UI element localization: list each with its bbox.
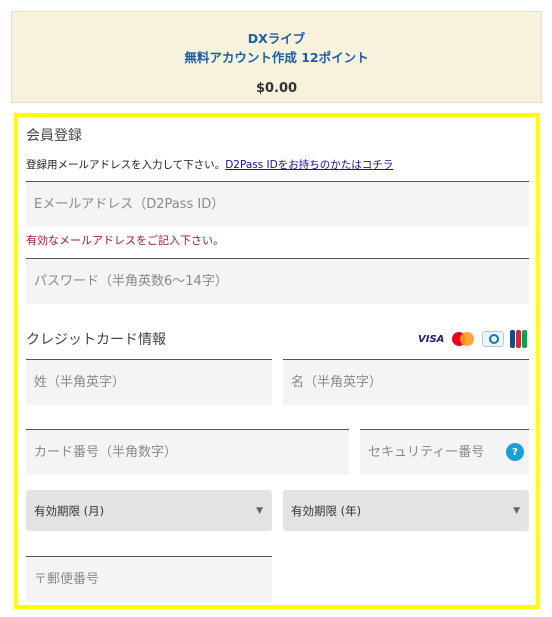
email-input[interactable] <box>34 182 529 227</box>
expiry-month-value: 有効期限 (月) <box>34 503 105 518</box>
password-field[interactable] <box>26 258 529 304</box>
expiry-month-select[interactable]: 有効期限 (月) ▼ <box>26 490 272 531</box>
security-code-help-icon[interactable]: ? <box>506 443 524 461</box>
chevron-down-icon: ▼ <box>256 505 263 516</box>
d2pass-login-link[interactable]: D2Pass IDをお持ちのかたはコチラ <box>225 159 393 171</box>
card-number-field[interactable] <box>26 429 349 475</box>
security-code-field[interactable] <box>360 429 529 475</box>
first-name-input[interactable] <box>291 360 529 405</box>
product-description: DXライブ 無料アカウント作成 12ポイント <box>12 29 541 67</box>
chevron-down-icon: ▼ <box>513 505 520 516</box>
mastercard-logo-icon <box>450 331 476 347</box>
last-name-field[interactable] <box>26 359 272 405</box>
expiry-year-value: 有効期限 (年) <box>291 503 362 518</box>
registration-title: 会員登録 <box>26 128 82 144</box>
email-error-message: 有効なメールアドレスをご記入下さい。 <box>26 234 224 247</box>
jcb-logo-icon <box>510 330 528 348</box>
diners-club-logo-icon <box>482 331 504 347</box>
product-plan: 無料アカウント作成 12ポイント <box>184 50 369 65</box>
last-name-input[interactable] <box>34 360 272 405</box>
first-name-field[interactable] <box>283 359 529 405</box>
card-brand-logos: VISA <box>418 330 528 348</box>
email-hint: 登録用メールアドレスを入力して下さい。D2Pass IDをお持ちのかたはコチラ <box>26 157 393 172</box>
product-name: DXライブ <box>247 31 306 46</box>
email-field[interactable] <box>26 181 529 227</box>
price: $0.00 <box>255 81 298 96</box>
postal-code-input[interactable] <box>34 557 272 602</box>
visa-logo-icon: VISA <box>418 333 445 345</box>
postal-code-field[interactable] <box>26 556 272 602</box>
email-hint-text: 登録用メールアドレスを入力して下さい。 <box>26 159 226 171</box>
credit-card-title: クレジットカード情報 <box>26 332 166 348</box>
card-number-input[interactable] <box>34 430 349 475</box>
password-input[interactable] <box>34 259 529 304</box>
order-summary: DXライブ 無料アカウント作成 12ポイント $0.00 <box>11 11 542 103</box>
expiry-year-select[interactable]: 有効期限 (年) ▼ <box>283 490 529 531</box>
security-code-input[interactable] <box>368 430 529 475</box>
